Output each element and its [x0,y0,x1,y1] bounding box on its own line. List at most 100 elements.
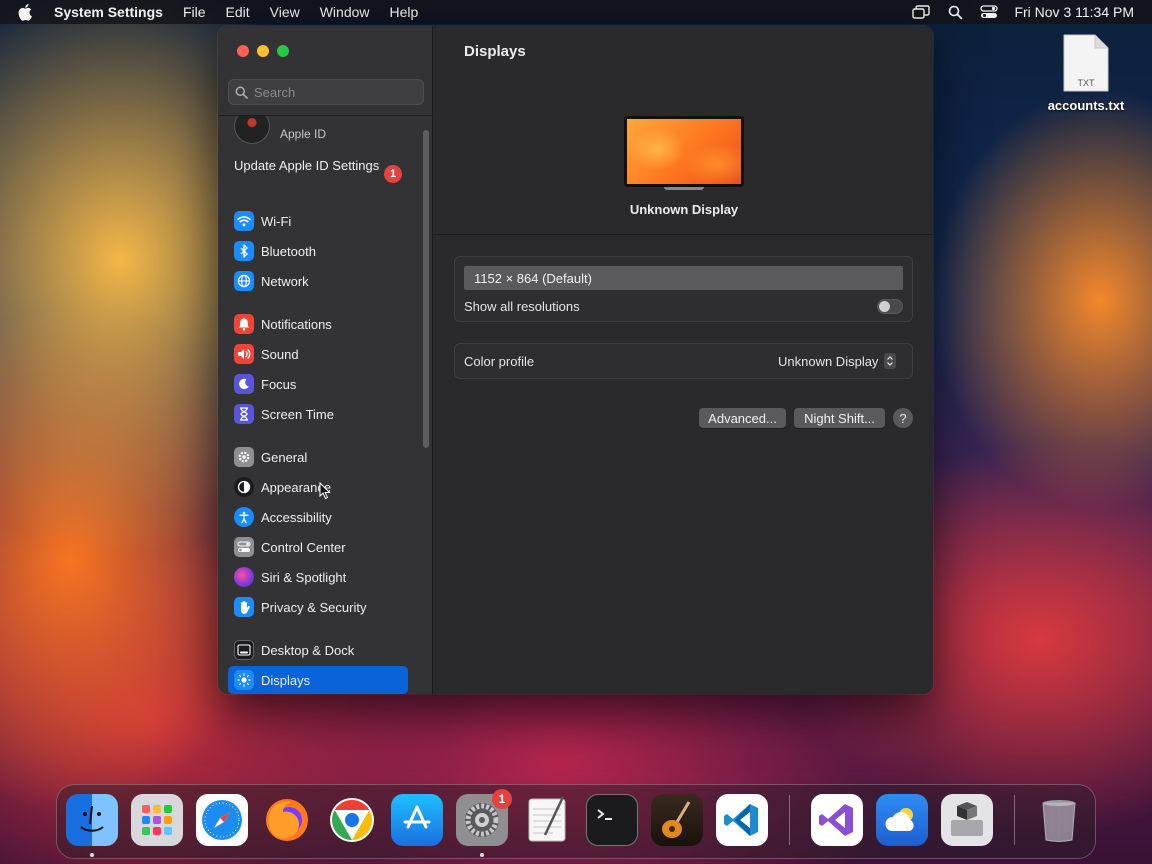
show-all-resolutions-toggle[interactable] [877,299,903,314]
sidebar-item-label: Wi-Fi [261,213,292,229]
menu-clock[interactable]: Fri Nov 3 11:34 PM [1014,4,1134,20]
sidebar-item-desktop-dock[interactable]: Desktop & Dock [228,636,408,664]
file-type-label: TXT [1077,78,1095,88]
menu-file[interactable]: File [173,4,216,20]
menu-bar: System Settings File Edit View Window He… [0,0,1152,24]
sidebar-item-label: Screen Time [261,406,334,422]
dock-running-indicator [480,853,484,857]
sidebar-item-sound[interactable]: Sound [228,340,408,368]
sidebar-item-siri-spotlight[interactable]: Siri & Spotlight [228,563,408,591]
dock-boot-camp-icon[interactable] [941,794,993,846]
hourglass-icon [234,404,254,424]
sidebar-item-label: Focus [261,376,297,392]
dock-separator [1014,795,1015,845]
mouse-pointer-icon [319,481,331,500]
sidebar-item-label: Notifications [261,316,332,332]
search-icon [235,86,248,99]
chevron-updown-icon [884,353,897,369]
dock-separator [789,795,790,845]
pane-divider [434,234,933,235]
resolution-group: 1152 × 864 (Default) Show all resolution… [454,256,913,322]
sidebar-item-general[interactable]: General [228,443,408,471]
menu-help[interactable]: Help [380,4,429,20]
dock-vscode-icon[interactable] [716,794,768,846]
menu-app-name[interactable]: System Settings [50,4,173,20]
sidebar-item-displays[interactable]: Displays [228,666,408,694]
sidebar-list[interactable]: Apple ID Update Apple ID Settings 1 Wi-F… [218,116,433,694]
dock: 1 [56,784,1096,859]
sidebar-item-accessibility[interactable]: Accessibility [228,503,408,531]
apple-id-label: Apple ID [280,127,327,141]
system-settings-window: Apple ID Update Apple ID Settings 1 Wi-F… [218,26,933,694]
sidebar-item-wifi[interactable]: Wi-Fi [228,207,408,235]
siri-icon [234,567,254,587]
sidebar-item-focus[interactable]: Focus [228,370,408,398]
sun-icon [234,670,254,690]
menu-window[interactable]: Window [310,4,380,20]
dock-safari-icon[interactable] [196,794,248,846]
dock-visual-studio-icon[interactable] [811,794,863,846]
dock-icon [234,640,254,660]
toggle-knob [879,301,890,312]
dock-chrome-icon[interactable] [326,794,378,846]
sidebar-item-label: General [261,449,308,465]
menu-view[interactable]: View [260,4,310,20]
sidebar-item-label: Sound [261,346,299,362]
spotlight-search-icon[interactable] [946,4,964,20]
window-controls [237,45,289,57]
dock-launchpad-icon[interactable] [131,794,183,846]
text-document-icon: TXT [1063,34,1109,92]
update-apple-id-settings[interactable]: Update Apple ID Settings [234,158,404,174]
moon-icon [234,374,254,394]
desktop-file-name: accounts.txt [1047,98,1125,113]
display-name: Unknown Display [629,202,739,217]
globe-icon [234,271,254,291]
sidebar-item-network[interactable]: Network [228,267,408,295]
bluetooth-icon [234,241,254,261]
color-profile-select[interactable]: Unknown Display [778,353,897,369]
sidebar-scrollbar[interactable] [423,130,429,448]
menu-edit[interactable]: Edit [216,4,260,20]
sidebar-item-label: Accessibility [261,509,332,525]
dock-weather-icon[interactable] [876,794,928,846]
sidebar-item-bluetooth[interactable]: Bluetooth [228,237,408,265]
dock-terminal-icon[interactable] [586,794,638,846]
sidebar-item-label: Desktop & Dock [261,642,355,658]
display-thumbnail[interactable] [624,116,744,190]
advanced-button[interactable]: Advanced... [699,408,786,428]
sidebar-item-screen-time[interactable]: Screen Time [228,400,408,428]
sidebar-item-label: Control Center [261,539,346,555]
close-window-button[interactable] [237,45,249,57]
search-input[interactable] [254,84,414,100]
zoom-window-button[interactable] [277,45,289,57]
dock-app-store-icon[interactable] [391,794,443,846]
dock-trash-icon[interactable] [1033,794,1085,846]
hand-icon [234,597,254,617]
sidebar-item-notifications[interactable]: Notifications [228,310,408,338]
displays-pane: Displays Unknown Display 1152 × 864 (Def… [434,26,933,694]
night-shift-button[interactable]: Night Shift... [794,408,885,428]
sidebar-item-privacy-security[interactable]: Privacy & Security [228,593,408,621]
resolution-option-selected[interactable]: 1152 × 864 (Default) [464,266,903,290]
color-profile-group: Color profile Unknown Display [454,343,913,379]
display-wallpaper-preview [624,116,744,187]
sidebar-item-control-center[interactable]: Control Center [228,533,408,561]
desktop-file-accounts[interactable]: TXT accounts.txt [1040,34,1132,113]
sidebar-item-label: Privacy & Security [261,599,367,615]
apple-id-row[interactable]: Apple ID [234,116,326,144]
dock-textedit-icon[interactable] [521,794,573,846]
update-badge: 1 [384,165,402,183]
help-button[interactable]: ? [893,408,913,428]
minimize-window-button[interactable] [257,45,269,57]
apple-menu-icon[interactable] [18,3,36,21]
gear-icon [234,447,254,467]
dock-firefox-icon[interactable] [261,794,313,846]
sidebar-item-label: Displays [261,672,311,688]
sidebar-search[interactable] [228,79,424,105]
sidebar-item-appearance[interactable]: Appearance [228,473,408,501]
screen-mirroring-icon[interactable] [912,4,931,20]
color-profile-label: Color profile [464,354,535,369]
dock-finder-icon[interactable] [66,794,118,846]
dock-garageband-icon[interactable] [651,794,703,846]
control-center-icon[interactable] [980,4,999,20]
